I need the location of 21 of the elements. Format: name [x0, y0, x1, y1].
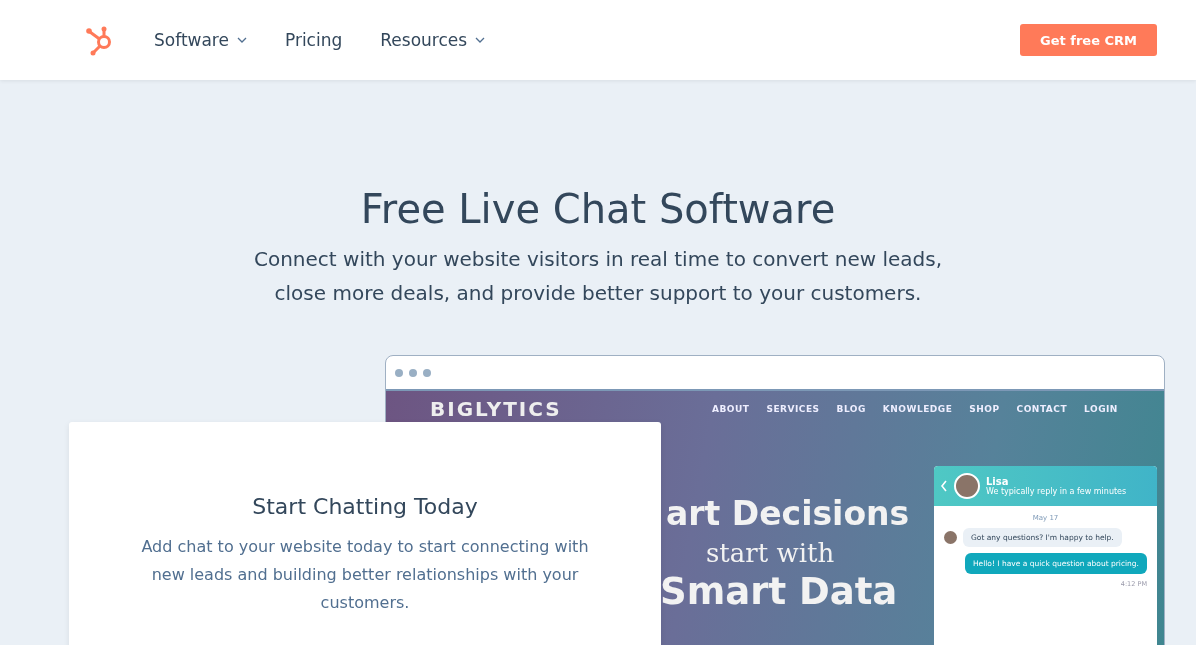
window-dot-icon [409, 368, 417, 377]
banner-headline: Smart Data [660, 569, 899, 615]
hero-subtitle: Connect with your website visitors in real time to convert new leads, close more deals, and provide better support to your customers. [252, 246, 943, 307]
reply-status: We typically reply in a few minutes [986, 487, 1127, 496]
nav-link[interactable]: Software [154, 30, 247, 50]
banner-tagline: start with [705, 537, 836, 569]
caret-icon [236, 37, 247, 43]
window-dot-icon [395, 368, 403, 377]
card-text: Add chat to your website today to start connecting with new leads and building better relationships with your customers. [140, 536, 590, 614]
nav-link[interactable]: Pricing [284, 30, 343, 50]
avatar [954, 473, 980, 499]
page-title: Free Live Chat Software [359, 186, 837, 232]
nav-link[interactable]: Resources [380, 30, 486, 50]
window-dot-icon [423, 368, 431, 377]
agent-name: Lisa [986, 476, 1010, 487]
caret-icon [475, 37, 486, 43]
card-title: Start Chatting Today [251, 494, 479, 519]
avatar [944, 531, 957, 544]
banner-headline: art Decisions [666, 493, 911, 535]
back-icon [940, 480, 948, 492]
site-logo: BIGLYTICS [430, 397, 563, 421]
